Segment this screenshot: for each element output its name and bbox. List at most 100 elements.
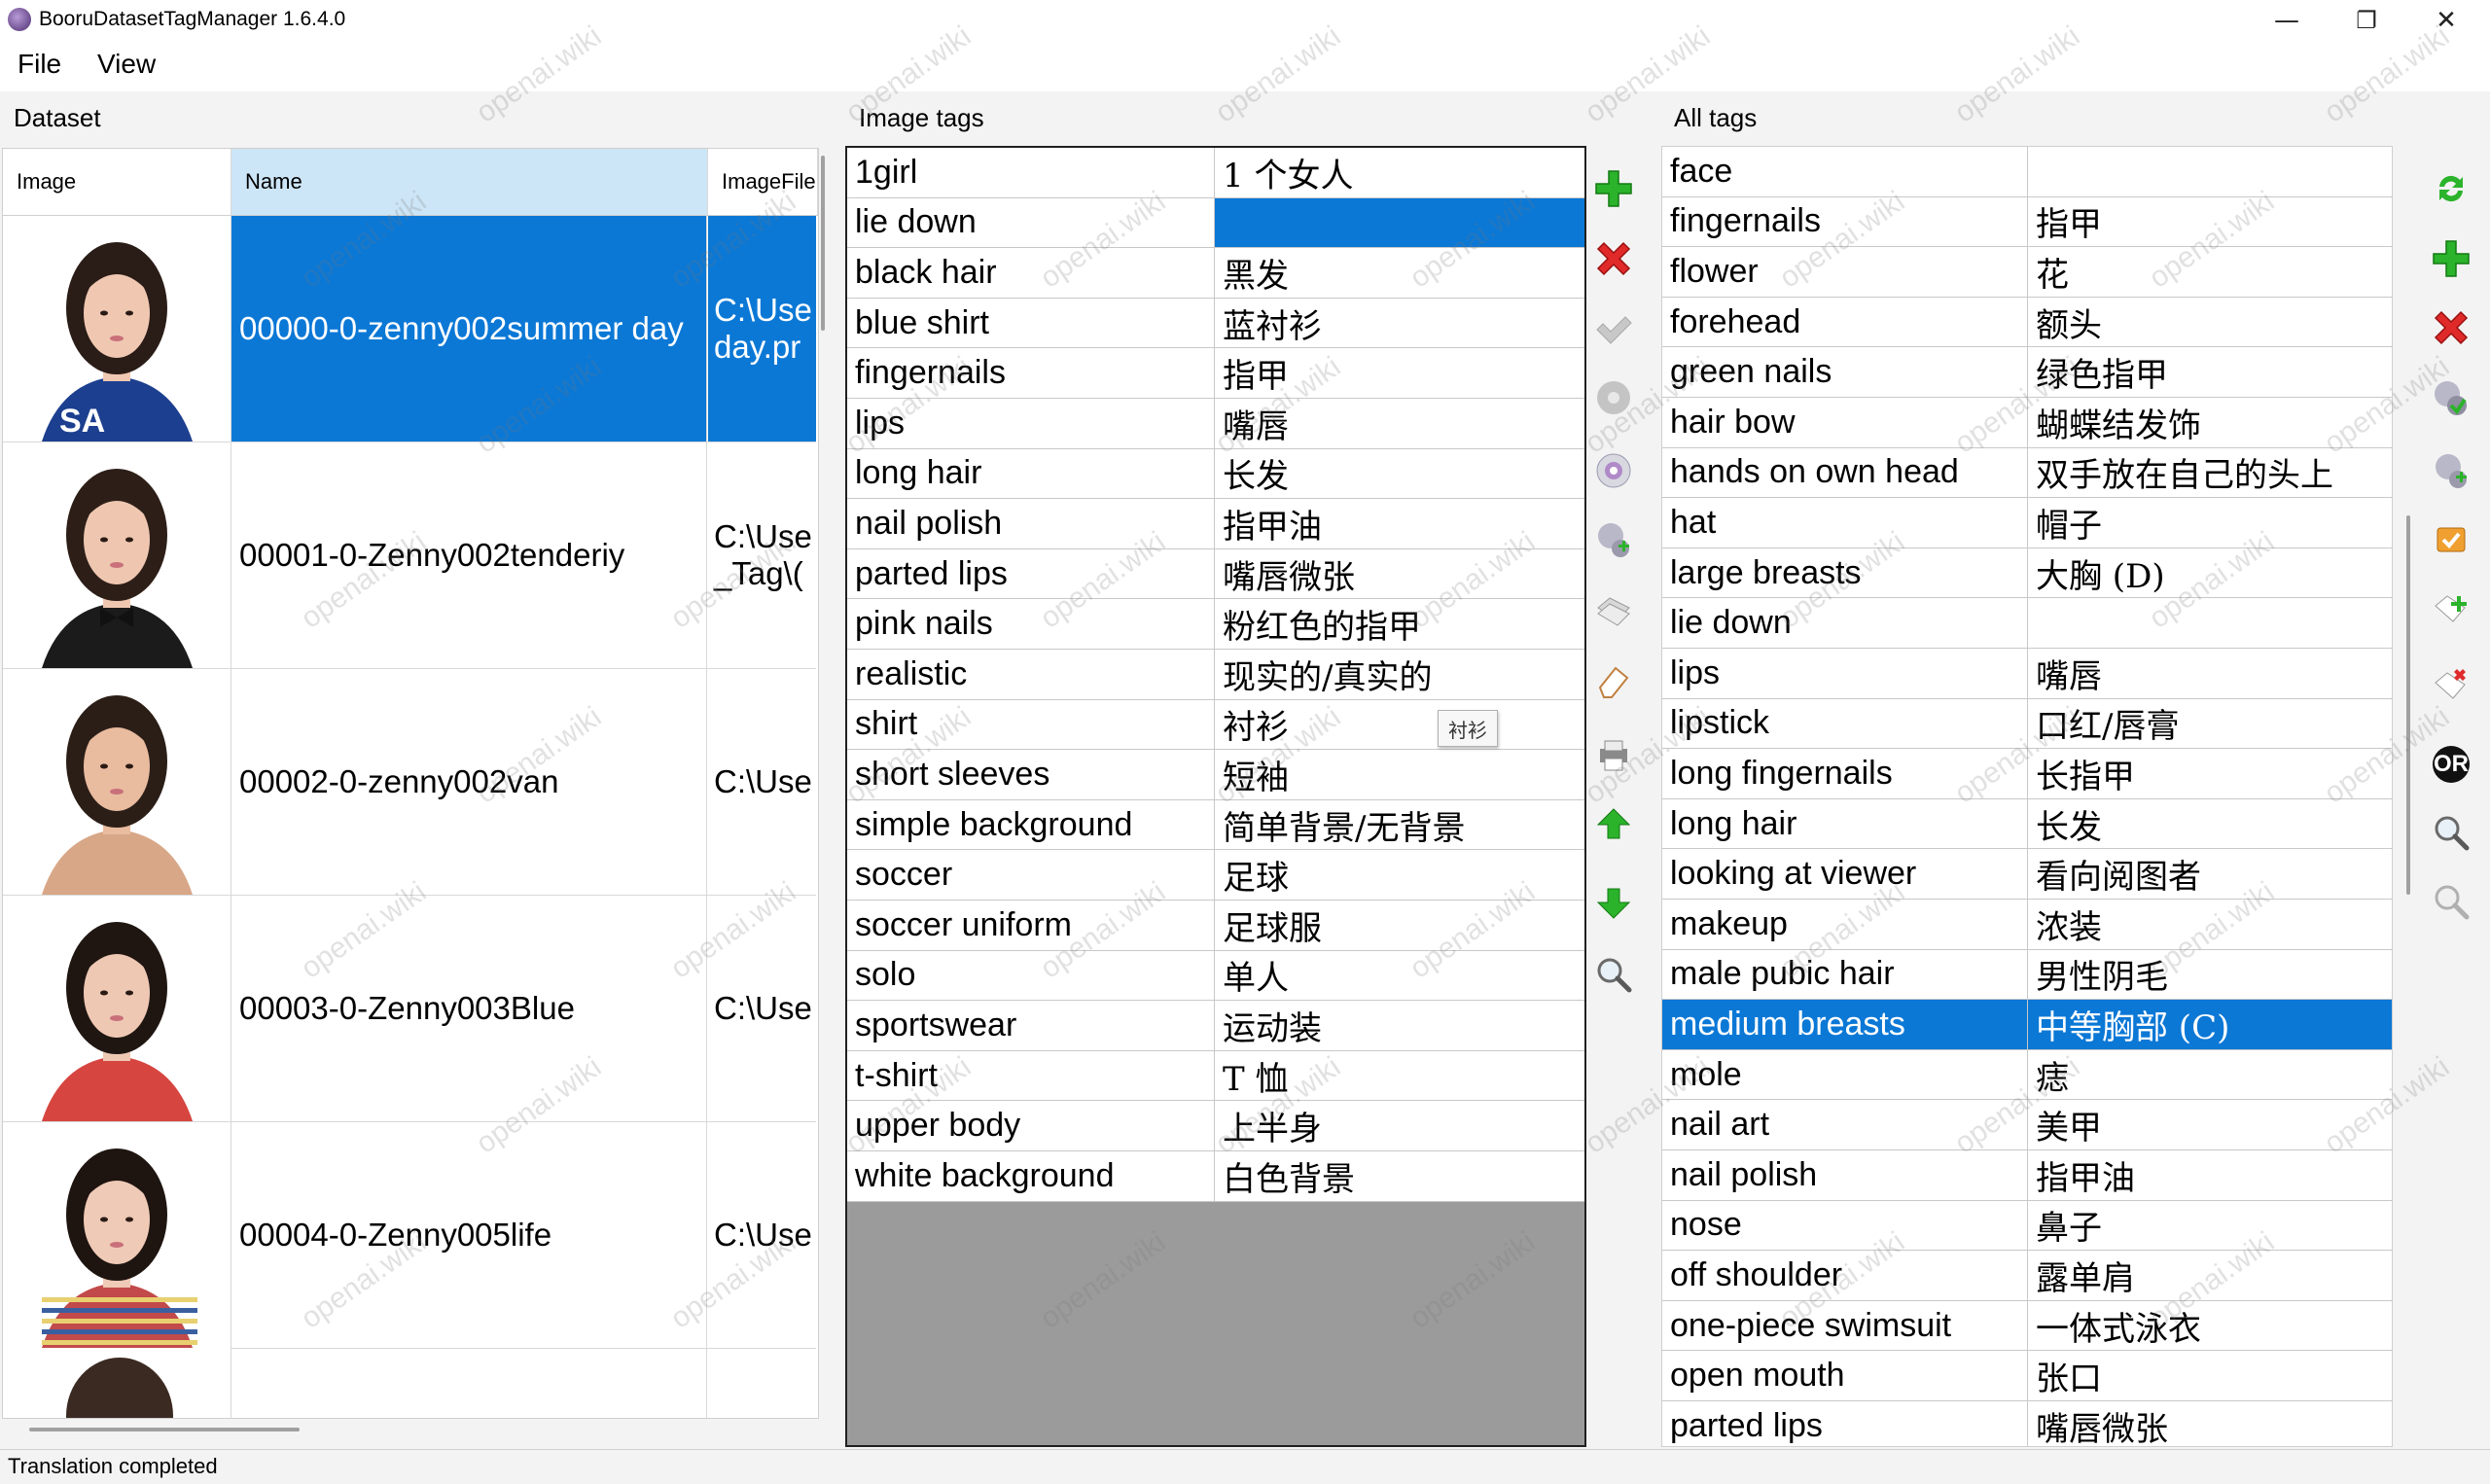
- translation-cell[interactable]: 看向阅图者: [2028, 849, 2392, 899]
- tag-cell[interactable]: pink nails: [847, 599, 1215, 649]
- translation-cell[interactable]: 运动装: [1215, 1001, 1584, 1050]
- tag-cell[interactable]: simple background: [847, 799, 1215, 850]
- tag-row[interactable]: simple background 简单背景/无背景: [847, 799, 1584, 851]
- tag-row[interactable]: pink nails 粉红色的指甲: [847, 599, 1584, 650]
- tag-row[interactable]: flower 花: [1662, 247, 2392, 298]
- translation-cell[interactable]: 鼻子: [2028, 1201, 2392, 1251]
- tag-cell[interactable]: 1girl: [847, 148, 1215, 197]
- tag-row[interactable]: long hair 长发: [847, 448, 1584, 500]
- tag-cell[interactable]: nail art: [1662, 1100, 2028, 1149]
- tag-cell[interactable]: white background: [847, 1151, 1215, 1201]
- tag-row[interactable]: long fingernails 长指甲: [1662, 749, 2392, 799]
- tag-cell[interactable]: looking at viewer: [1662, 849, 2028, 899]
- translation-cell[interactable]: 现实的/真实的: [1215, 650, 1584, 699]
- translation-cell[interactable]: 足球服: [1215, 901, 1584, 950]
- tag-cell[interactable]: forehead: [1662, 297, 2028, 347]
- translation-cell[interactable]: 中等胸部 (C): [2028, 1000, 2392, 1049]
- tag-cell[interactable]: hair bow: [1662, 398, 2028, 447]
- add-tag-icon[interactable]: [1590, 165, 1637, 212]
- translation-cell[interactable]: 短袖: [1215, 750, 1584, 799]
- clear-eraser-icon[interactable]: [1590, 658, 1637, 705]
- translation-cell[interactable]: 长发: [1215, 449, 1584, 499]
- refresh-icon[interactable]: [2428, 165, 2474, 212]
- tag-row[interactable]: makeup 浓装: [1662, 900, 2392, 950]
- table-row[interactable]: 00004-0-Zenny005life C:\Use: [3, 1122, 816, 1349]
- tag-row[interactable]: long hair 长发: [1662, 798, 2392, 850]
- column-name[interactable]: Name: [231, 149, 708, 215]
- tag-cell[interactable]: lips: [1662, 649, 2028, 698]
- tag-cell[interactable]: open mouth: [1662, 1351, 2028, 1400]
- delete-tag-icon[interactable]: [1590, 235, 1637, 282]
- close-button[interactable]: ✕: [2412, 0, 2480, 41]
- tag-cell[interactable]: long fingernails: [1662, 749, 2028, 798]
- tag-cell[interactable]: long hair: [1662, 798, 2028, 849]
- tag-row[interactable]: t-shirt T 恤: [847, 1050, 1584, 1102]
- menu-view[interactable]: View: [97, 49, 156, 80]
- translation-cell[interactable]: 帽子: [2028, 498, 2392, 548]
- tag-cell[interactable]: hat: [1662, 498, 2028, 548]
- apply-check-icon[interactable]: [1590, 304, 1637, 351]
- table-row[interactable]: SA 00000-0-zenny002summer day C:\Use day.pr: [3, 216, 816, 442]
- tag-cell[interactable]: makeup: [1662, 900, 2028, 949]
- translation-cell[interactable]: [2028, 147, 2392, 196]
- tag-cell[interactable]: shirt: [847, 699, 1215, 750]
- translation-cell[interactable]: 白色背景: [1215, 1151, 1584, 1201]
- tag-row[interactable]: green nails 绿色指甲: [1662, 347, 2392, 398]
- translation-cell[interactable]: 美甲: [2028, 1100, 2392, 1149]
- translation-cell[interactable]: 浓装: [2028, 900, 2392, 949]
- tag-cell[interactable]: male pubic hair: [1662, 949, 2028, 1000]
- tag-row[interactable]: off shoulder 露单肩: [1662, 1251, 2392, 1301]
- tag-row[interactable]: hair bow 蝴蝶结发饰: [1662, 398, 2392, 448]
- translation-cell[interactable]: 蝴蝶结发饰: [2028, 398, 2392, 447]
- tag-row[interactable]: open mouth 张口: [1662, 1351, 2392, 1401]
- translation-cell[interactable]: 单人: [1215, 951, 1584, 1001]
- tag-cell[interactable]: parted lips: [1662, 1401, 2028, 1446]
- table-row[interactable]: 00003-0-Zenny003Blue C:\Use: [3, 896, 816, 1122]
- tag-row[interactable]: black hair 黑发: [847, 248, 1584, 299]
- add-to-all-icon[interactable]: [1590, 516, 1637, 563]
- translation-cell[interactable]: 足球: [1215, 850, 1584, 900]
- table-row[interactable]: 00002-0-zenny002van C:\Use: [3, 669, 816, 896]
- dataset-vertical-scrollbar[interactable]: [821, 156, 825, 331]
- translation-cell[interactable]: 指甲: [1215, 348, 1584, 398]
- tag-cell[interactable]: mole: [1662, 1049, 2028, 1100]
- tag-cell[interactable]: solo: [847, 950, 1215, 1001]
- translation-cell[interactable]: 嘴唇: [2028, 649, 2392, 698]
- translation-cell[interactable]: 上半身: [1215, 1101, 1584, 1150]
- translation-cell[interactable]: 衬衫: [1215, 700, 1584, 750]
- tag-row[interactable]: looking at viewer 看向阅图者: [1662, 849, 2392, 900]
- tag-row[interactable]: nose 鼻子: [1662, 1200, 2392, 1252]
- add-tag-icon[interactable]: [2428, 235, 2474, 282]
- translation-cell[interactable]: 粉红色的指甲: [1215, 599, 1584, 649]
- tag-cell[interactable]: fingernails: [1662, 196, 2028, 247]
- translation-cell[interactable]: [2028, 598, 2392, 648]
- tag-cell[interactable]: flower: [1662, 247, 2028, 297]
- tag-cell[interactable]: soccer: [847, 850, 1215, 900]
- tag-cell[interactable]: lipstick: [1662, 698, 2028, 749]
- translation-cell[interactable]: 额头: [2028, 298, 2392, 347]
- print-icon[interactable]: [1590, 731, 1637, 778]
- translation-cell[interactable]: 一体式泳衣: [2028, 1301, 2392, 1351]
- tag-row[interactable]: upper body 上半身: [847, 1101, 1584, 1151]
- tag-row[interactable]: lips 嘴唇: [1662, 649, 2392, 699]
- translation-cell[interactable]: 黑发: [1215, 248, 1584, 298]
- tag-cell[interactable]: soccer uniform: [847, 901, 1215, 950]
- tag-cell[interactable]: nail polish: [1662, 1150, 2028, 1200]
- tag-row[interactable]: soccer 足球: [847, 850, 1584, 901]
- tag-row[interactable]: lie down: [847, 197, 1584, 249]
- search-icon[interactable]: [2428, 809, 2474, 856]
- add-to-all-icon[interactable]: [2428, 447, 2474, 494]
- translation-cell[interactable]: 男性阴毛: [2028, 950, 2392, 1000]
- tag-cell[interactable]: parted lips: [847, 548, 1215, 599]
- translation-cell[interactable]: 露单肩: [2028, 1251, 2392, 1300]
- tag-row[interactable]: hat 帽子: [1662, 498, 2392, 548]
- menu-file[interactable]: File: [18, 49, 61, 80]
- translation-cell[interactable]: 双手放在自己的头上: [2028, 448, 2392, 498]
- tag-row[interactable]: nail art 美甲: [1662, 1100, 2392, 1150]
- table-row[interactable]: [3, 1348, 816, 1418]
- tag-row[interactable]: lips 嘴唇: [847, 399, 1584, 449]
- tag-row[interactable]: forehead 额头: [1662, 297, 2392, 348]
- tag-row[interactable]: short sleeves 短袖: [847, 750, 1584, 800]
- table-row[interactable]: 00001-0-Zenny002tenderiy C:\Use _Tag\(: [3, 442, 816, 669]
- tag-row[interactable]: realistic 现实的/真实的: [847, 650, 1584, 700]
